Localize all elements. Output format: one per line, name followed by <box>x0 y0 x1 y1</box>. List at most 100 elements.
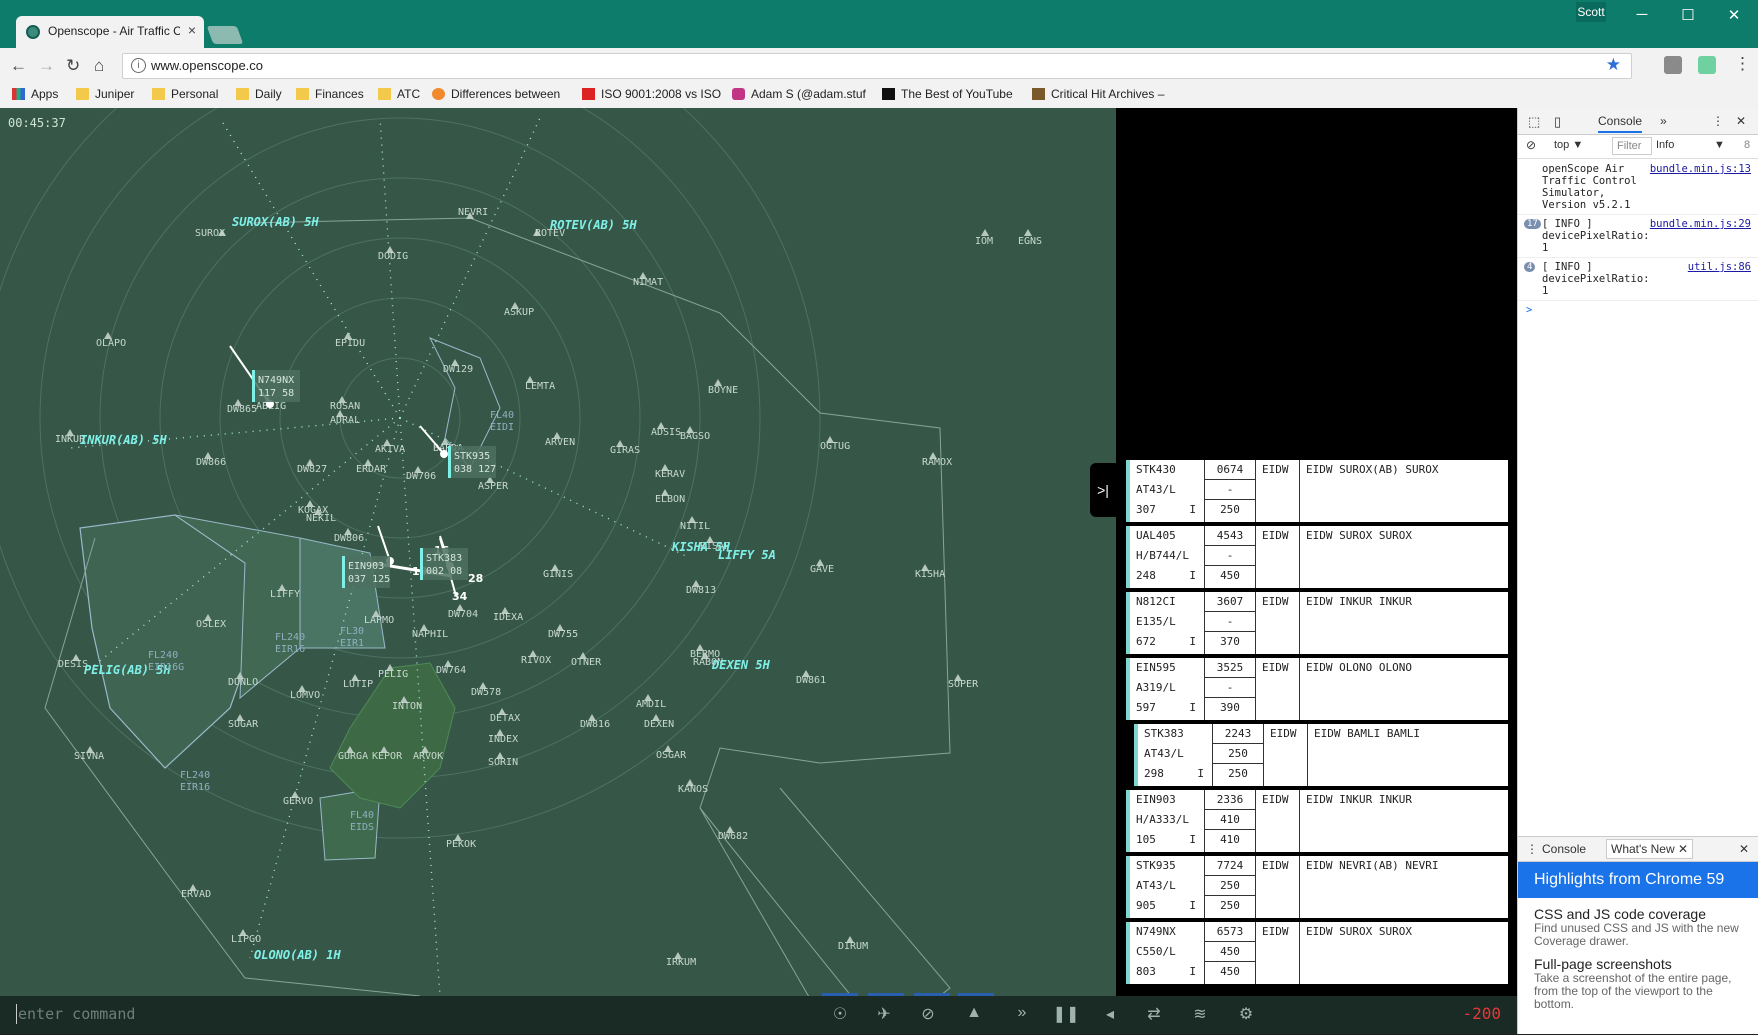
strip-altitude-column: 3525- 390 <box>1205 658 1256 720</box>
source-link[interactable]: bundle.min.js:13 <box>1650 163 1751 175</box>
minimize-button[interactable]: ─ <box>1622 6 1662 26</box>
flight-strip-stk383[interactable]: STK383 AT43/L 298 I 2243 250 250 EIDW EIDW BAMLI… <box>1134 724 1508 786</box>
bookmark-juniper[interactable]: Juniper <box>76 87 134 101</box>
whats-new-item[interactable]: CSS and JS code coverage Find unused CSS… <box>1518 898 1758 948</box>
flight-strip-ual405[interactable]: UAL405 H/B744/L 248 I 4543- 450 EIDW EIDW SUROX… <box>1126 526 1508 588</box>
bookmark-finances[interactable]: Finances <box>296 87 364 101</box>
layers-icon[interactable]: ≋ <box>1186 1004 1214 1024</box>
fix-label: OGTUG <box>820 441 850 452</box>
strip-aircraft-type: AT43/L <box>1144 747 1184 760</box>
source-link[interactable]: bundle.min.js:29 <box>1650 218 1751 230</box>
browser-tab[interactable]: Openscope - Air Traffic C × <box>16 16 204 48</box>
close-window-button[interactable]: ✕ <box>1714 6 1754 26</box>
filter-input[interactable]: Filter <box>1612 137 1652 155</box>
log-level-select[interactable]: Info <box>1656 139 1674 151</box>
datablock-marker <box>252 370 255 402</box>
gear-icon[interactable]: ⚙ <box>1232 1004 1260 1024</box>
device-toolbar-icon[interactable]: ▯ <box>1554 114 1561 130</box>
whats-new-item[interactable]: Full-page screenshots Take a screenshot … <box>1518 948 1758 1011</box>
flight-strip-stk430[interactable]: STK430 AT43/L 307 I 0674- 250 EIDW EIDW SUROX(A… <box>1126 460 1508 522</box>
fix-label: KISHA <box>915 569 945 580</box>
fix-label: GIRAS <box>610 445 640 456</box>
bookmark-apps[interactable]: Apps <box>12 87 58 101</box>
flight-strip-n812ci[interactable]: N812CI E135/L 672 I 3607- 370 EIDW EIDW INKUR I… <box>1126 592 1508 654</box>
menu-kebab-icon[interactable]: ⋮ <box>1734 54 1751 74</box>
new-tab-button[interactable] <box>206 26 244 44</box>
bookmark-daily[interactable]: Daily <box>236 87 282 101</box>
bookmark-youtube[interactable]: The Best of YouTube <box>882 87 1013 101</box>
flight-strip-stk935[interactable]: STK935 AT43/L 905 I 7724 250 250 EIDW EIDW NEVRI… <box>1126 856 1508 918</box>
bookmark-critical-hit[interactable]: Critical Hit Archives – <box>1032 87 1164 101</box>
drawer-close-icon[interactable]: ✕ <box>1739 842 1749 856</box>
tab-close-icon[interactable]: × <box>188 22 196 38</box>
strip-route-column: EIDW SUROX SUROX <box>1300 922 1508 984</box>
fix-label: LAPMO <box>364 615 394 626</box>
source-link[interactable]: util.js:86 <box>1688 261 1751 273</box>
clear-console-icon[interactable]: ⊘ <box>1526 138 1536 152</box>
more-tabs-icon[interactable]: » <box>1660 114 1667 128</box>
airport-tutorial-icon[interactable]: ☉ <box>826 1004 854 1024</box>
bookmark-star-icon[interactable]: ★ <box>1606 55 1621 75</box>
strip-squawk: 2336 <box>1205 790 1255 810</box>
tab-console[interactable]: Console <box>1598 114 1643 133</box>
url-text[interactable]: www.openscope.co <box>151 58 263 73</box>
reload-icon[interactable]: ↻ <box>66 56 80 76</box>
drawer-tab-console[interactable]: Console <box>1542 842 1586 856</box>
sid-label: SUROX(AB) 5H <box>232 215 319 229</box>
pause-icon[interactable]: ❚❚ <box>1052 1004 1080 1024</box>
folder-icon <box>296 88 309 100</box>
airway <box>219 117 401 419</box>
forward-arrow-icon[interactable]: → <box>38 56 55 76</box>
drawer-tab-whats-new[interactable]: What's New ✕ <box>1606 839 1694 859</box>
command-input[interactable]: enter command <box>18 1005 135 1023</box>
profile-button[interactable]: Scott <box>1576 2 1606 22</box>
fast-forward-icon[interactable]: » <box>1008 1004 1036 1022</box>
strip-callsign: N749NX <box>1136 925 1176 938</box>
radar-map[interactable]: SUROXNEVRIROTEVIOM EGNSDODIGNIMATASKUPOLA… <box>0 108 1116 996</box>
toggle-strip-bay-button[interactable]: >| <box>1090 463 1116 517</box>
home-icon[interactable]: ⌂ <box>94 56 104 76</box>
context-select[interactable]: top ▼ <box>1554 139 1583 151</box>
folder-icon <box>152 88 165 100</box>
message-count: 8 <box>1744 139 1751 151</box>
command-bar: enter command ☉ ✈ ⊘ ▲ » ❚❚ ◂ ⇄ ≋ ⚙ -200 <box>0 996 1517 1034</box>
flight-strip-ein595[interactable]: EIN595 A319/L 597 I 3525- 390 EIDW EIDW OLONO O… <box>1126 658 1508 720</box>
extension-icon[interactable] <box>1698 56 1716 74</box>
flight-strip-ein903[interactable]: EIN903 H/A333/L 105 I 2336 410 410 EIDW EIDW INK… <box>1126 790 1508 852</box>
fix-label: INTON <box>392 701 422 712</box>
datablock-marker <box>420 548 423 580</box>
radar-scope[interactable]: SUROX NEVRI ROTEV IOM EGNS DODIG NIMAT ASKUP OLA… <box>0 108 1116 996</box>
close-icon[interactable]: ✕ <box>1678 842 1688 856</box>
bookmark-iso[interactable]: ISO 9001:2008 vs ISO <box>582 87 721 101</box>
chevron-down-icon[interactable]: ▼ <box>1714 139 1725 151</box>
fix-label: LUTIP <box>343 679 373 690</box>
inspect-icon[interactable]: ⬚ <box>1528 114 1540 130</box>
bookmark-adam[interactable]: Adam S (@adam.stuf <box>732 87 866 101</box>
qc-icon <box>582 88 595 100</box>
strip-cid: 905 I <box>1130 896 1204 916</box>
fix-label: EPIDU <box>335 338 365 349</box>
strip-airport-column: EIDW <box>1256 592 1300 654</box>
console-prompt[interactable]: > <box>1518 301 1758 319</box>
terrain-icon[interactable]: ▲ <box>960 1004 988 1022</box>
address-bar[interactable]: i www.openscope.co ★ <box>122 53 1632 79</box>
strip-callsign: UAL405 <box>1136 529 1176 542</box>
stop-icon[interactable]: ⊘ <box>914 1004 942 1024</box>
bookmark-atc[interactable]: ATC <box>378 87 420 101</box>
bookmark-differences[interactable]: Differences between <box>432 87 560 101</box>
maximize-button[interactable]: ☐ <box>1668 6 1708 26</box>
back-arrow-icon[interactable]: ← <box>10 56 27 76</box>
extension-icon[interactable] <box>1664 56 1682 74</box>
drawer-menu-icon[interactable]: ⋮ <box>1526 842 1538 856</box>
airplane-icon[interactable]: ✈ <box>870 1004 898 1024</box>
speaker-icon[interactable]: ◂ <box>1096 1004 1124 1024</box>
console-log: openScope Air Traffic Control Simulator,… <box>1518 160 1758 319</box>
devtools-menu-icon[interactable]: ⋮ <box>1712 114 1724 128</box>
swap-icon[interactable]: ⇄ <box>1140 1004 1168 1024</box>
strip-airport: EIDW <box>1262 925 1289 938</box>
strip-ident-column: N812CI E135/L 672 I <box>1130 592 1205 654</box>
site-info-icon[interactable]: i <box>131 58 146 73</box>
bookmark-personal[interactable]: Personal <box>152 87 218 101</box>
flight-strip-n749nx[interactable]: N749NX C550/L 803 I 6573 450 450 EIDW EIDW SUROX… <box>1126 922 1508 984</box>
devtools-close-icon[interactable]: ✕ <box>1736 114 1746 128</box>
